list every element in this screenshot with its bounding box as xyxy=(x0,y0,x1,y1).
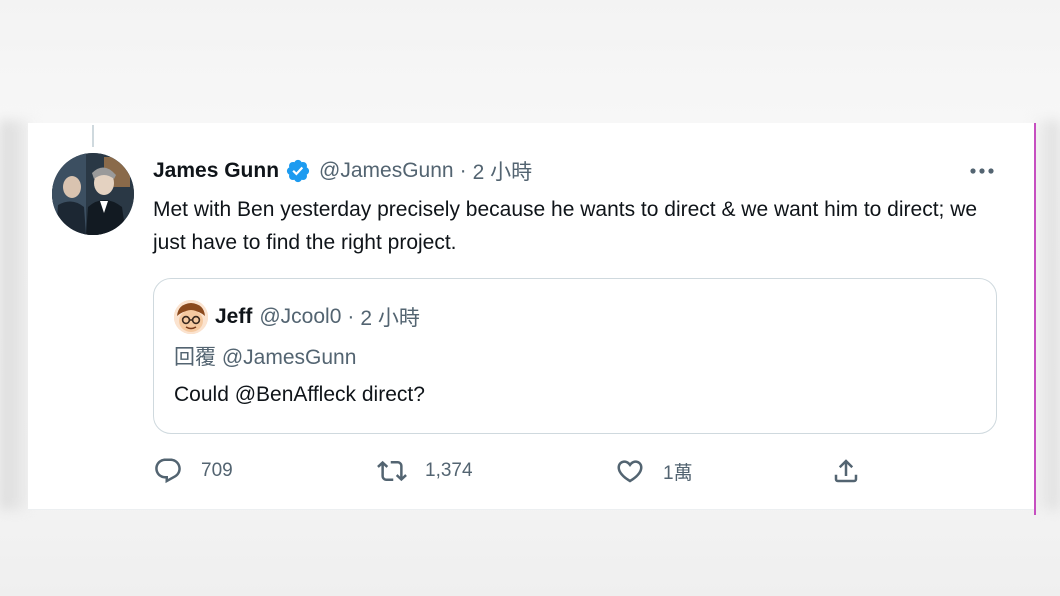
quoted-reply-to: 回覆 @JamesGunn xyxy=(174,346,357,369)
header-separator: · xyxy=(459,159,467,182)
quoted-avatar-emoji-icon xyxy=(174,300,208,334)
quoted-author-handle: @Jcool0 xyxy=(259,305,342,328)
retweet-icon xyxy=(377,460,407,482)
quoted-timestamp: 2 小時 xyxy=(360,307,420,330)
background-blur-left xyxy=(0,120,30,510)
reply-button[interactable]: 709 xyxy=(153,453,233,489)
avatar-photo-icon xyxy=(52,153,134,235)
quoted-avatar[interactable] xyxy=(174,300,208,334)
thread-connector-line xyxy=(92,125,94,147)
right-edge-accent-line xyxy=(1034,123,1036,515)
more-options-button[interactable] xyxy=(968,159,996,183)
tweet-header: James Gunn @JamesGunn · 2 小時 xyxy=(153,155,532,187)
quoted-tweet-header: Jeff @Jcool0 · 2 小時 xyxy=(174,299,420,335)
quoted-author-name: Jeff xyxy=(215,305,253,328)
author-handle[interactable]: @JamesGunn xyxy=(319,159,454,183)
share-upload-icon xyxy=(834,459,858,483)
verified-badge-icon xyxy=(285,158,311,184)
quoted-header-separator: · xyxy=(347,305,355,328)
like-button[interactable]: 1萬 xyxy=(615,453,693,489)
heart-icon xyxy=(617,460,643,483)
retweet-count: 1,374 xyxy=(425,460,473,481)
quoted-tweet[interactable]: Jeff @Jcool0 · 2 小時 回覆 @JamesGunn Could … xyxy=(153,278,997,434)
share-button[interactable] xyxy=(831,453,861,489)
more-dots-icon xyxy=(970,168,994,174)
reply-count: 709 xyxy=(201,460,233,481)
like-count: 1萬 xyxy=(663,462,693,484)
tweet-text: Met with Ben yesterday precisely because… xyxy=(153,198,978,254)
tweet-actions-bar: 709 1,374 1萬 xyxy=(153,453,995,489)
quoted-tweet-text: Could @BenAffleck direct? xyxy=(174,383,425,406)
avatar[interactable] xyxy=(52,153,134,235)
retweet-button[interactable]: 1,374 xyxy=(377,453,473,489)
background-blur-right xyxy=(1036,120,1060,510)
tweet-timestamp[interactable]: 2 小時 xyxy=(473,156,533,186)
tweet-card[interactable]: James Gunn @JamesGunn · 2 小時 Met with Be… xyxy=(28,123,1034,510)
reply-bubble-icon xyxy=(155,458,181,484)
author-display-name[interactable]: James Gunn xyxy=(153,159,279,183)
